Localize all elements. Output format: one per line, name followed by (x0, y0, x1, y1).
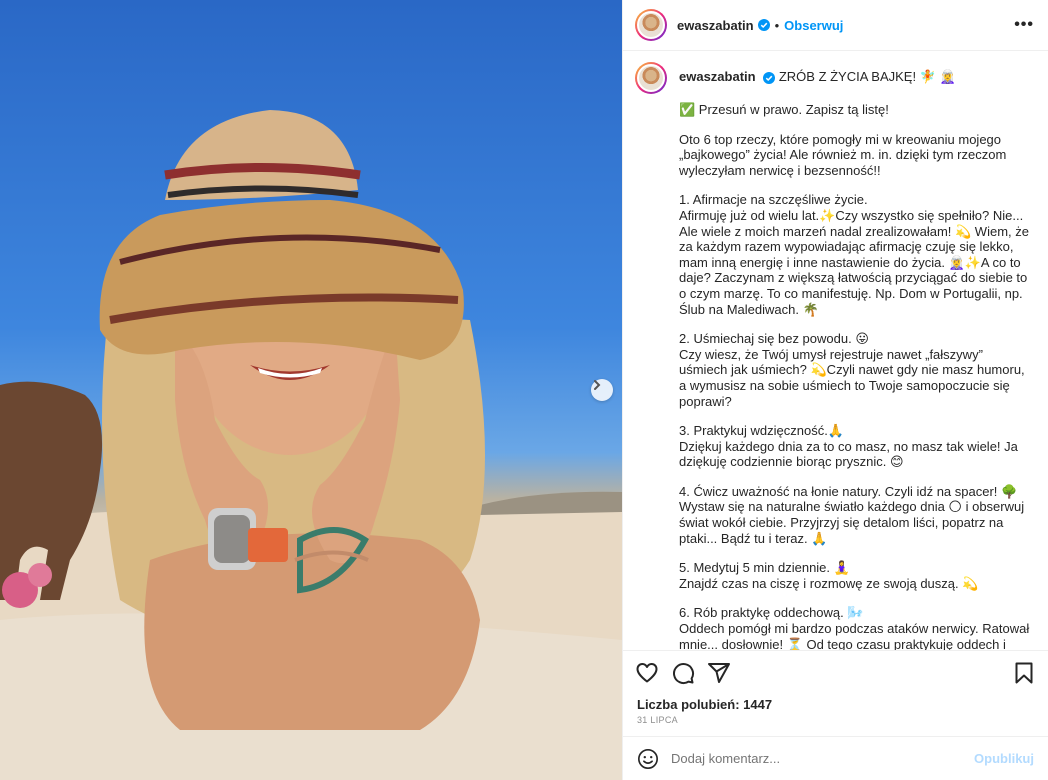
verified-badge-icon (763, 71, 776, 84)
caption-title-line: ewaszabatin ZRÓB Z ŻYCIA BAJKĘ! 🧚 🧝‍♀️ (679, 62, 956, 85)
chevron-right-icon (594, 380, 601, 390)
avatar-image (637, 11, 665, 39)
caption-paragraph: ✅ Przesuń w prawo. Zapisz tą listę! (679, 102, 889, 117)
post-photo[interactable] (0, 0, 622, 780)
caption-paragraph: 2. Uśmiechaj się bez powodu. 😛 Czy wiesz… (679, 331, 1025, 409)
header-username[interactable]: ewaszabatin (677, 18, 754, 33)
more-options-icon[interactable]: ••• (1014, 16, 1034, 34)
bookmark-icon[interactable] (1012, 661, 1036, 685)
caption-header: ewaszabatin ZRÓB Z ŻYCIA BAJKĘ! 🧚 🧝‍♀️ (635, 62, 1032, 94)
comment-icon[interactable] (671, 661, 695, 685)
post-date[interactable]: 31 LIPCA (637, 715, 678, 725)
post-header: ewaszabatin • Obserwuj ••• (623, 0, 1048, 51)
caption-paragraph: 6. Rób praktykę oddechową. 🌬️ Oddech pom… (679, 605, 1030, 650)
caption-avatar[interactable] (635, 62, 667, 94)
follow-button[interactable]: Obserwuj (784, 18, 843, 33)
publish-button[interactable]: Opublikuj (974, 751, 1034, 766)
caption-title: ZRÓB Z ŻYCIA BAJKĘ! 🧚 🧝‍♀️ (778, 69, 956, 84)
caption-paragraph: 5. Medytuj 5 min dziennie. 🧘‍♀️ Znajdź c… (679, 560, 979, 591)
caption-paragraph: Oto 6 top rzeczy, które pomogły mi w kre… (679, 131, 1007, 178)
caption-scroll-area[interactable]: ewaszabatin ZRÓB Z ŻYCIA BAJKĘ! 🧚 🧝‍♀️ ✅… (623, 52, 1048, 650)
caption-paragraph: 3. Praktykuj wdzięczność.🙏 Dziękuj każde… (679, 423, 1018, 470)
heart-icon[interactable] (635, 661, 659, 685)
likes-count[interactable]: Liczba polubień: 1447 (637, 697, 772, 712)
action-bar (623, 650, 1048, 694)
caption-paragraph: 1. Afirmacje na szczęśliwe życie. Afirmu… (679, 192, 1029, 317)
caption-text: ✅ Przesuń w prawo. Zapisz tą listę! Oto … (635, 102, 1032, 650)
comment-input[interactable] (671, 751, 975, 766)
post-sidebar: ewaszabatin • Obserwuj ••• ewaszabatin Z… (622, 0, 1048, 780)
next-slide-button[interactable] (591, 379, 613, 401)
emoji-icon[interactable] (637, 748, 659, 770)
comment-bar: Opublikuj (623, 736, 1048, 780)
avatar-image (637, 64, 665, 92)
photo-illustration (0, 110, 622, 780)
caption-paragraph: 4. Ćwicz uważność na łonie natury. Czyli… (679, 483, 1025, 546)
share-icon[interactable] (707, 661, 731, 685)
avatar[interactable] (635, 9, 667, 41)
separator-dot: • (774, 17, 780, 33)
verified-badge-icon (757, 19, 770, 31)
caption-username[interactable]: ewaszabatin (679, 69, 756, 84)
